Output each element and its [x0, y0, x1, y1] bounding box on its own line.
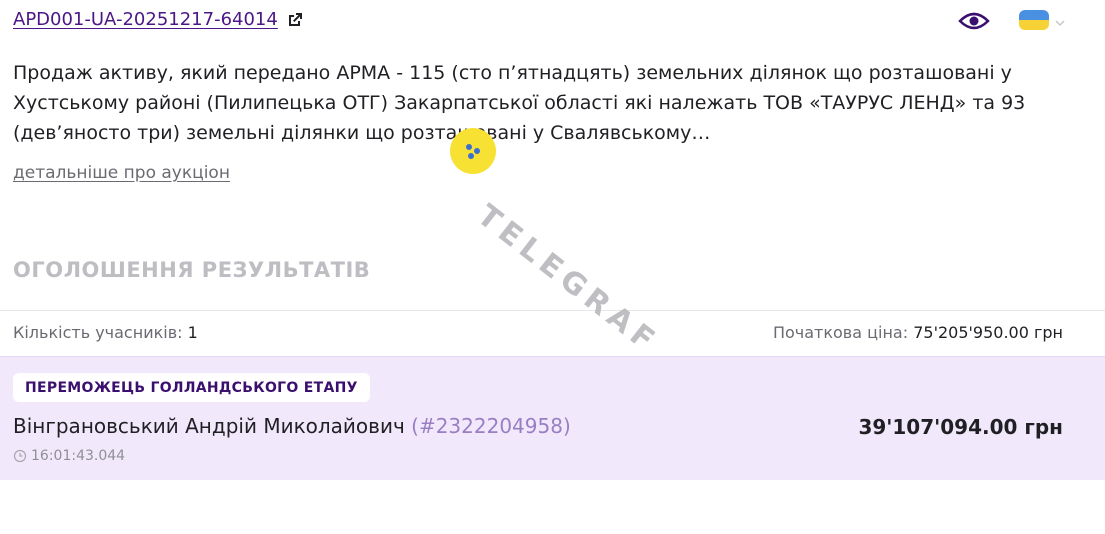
start-price-label: Початкова ціна:	[772, 323, 909, 342]
winner-name: Вінграновський Андрій Миколайович (#2322…	[13, 414, 571, 438]
winner-panel: ПЕРЕМОЖЕЦЬ ГОЛЛАНДСЬКОГО ЕТАПУ Вінгранов…	[0, 356, 1105, 480]
divider	[0, 310, 1105, 311]
start-price-value: 75'205'950.00 грн	[913, 323, 1063, 342]
winner-time: 16:01:43.044	[13, 448, 125, 464]
participants-value: 1	[187, 323, 198, 342]
start-price: Початкова ціна: 75'205'950.00 грн	[773, 323, 1063, 342]
watermark-text: TELEGRAF	[470, 198, 666, 362]
telegraf-watermark: TELEGRAF	[450, 128, 700, 361]
participants-label: Кількість учасників:	[13, 323, 183, 342]
language-switcher[interactable]	[1019, 10, 1066, 30]
winner-time-text: 16:01:43.044	[31, 448, 126, 464]
winner-code: (#2322204958)	[411, 414, 571, 438]
auction-id-text: APD001-UA-20251217-64014	[13, 9, 278, 30]
winner-name-text: Вінграновський Андрій Миколайович	[13, 414, 405, 438]
auction-description: Продаж активу, який передано АРМА - 115 …	[13, 62, 1026, 144]
winner-amount: 39'107'094.00 грн	[858, 415, 1063, 439]
chevron-down-icon	[1054, 14, 1066, 27]
clock-icon	[13, 449, 27, 463]
winner-badge: ПЕРЕМОЖЕЦЬ ГОЛЛАНДСЬКОГО ЕТАПУ	[13, 373, 370, 402]
auction-id-link[interactable]: APD001-UA-20251217-64014	[13, 9, 304, 30]
auction-details-link[interactable]: детальніше про аукціон	[13, 163, 230, 183]
ua-flag-icon	[1019, 10, 1049, 30]
top-bar: APD001-UA-20251217-64014	[13, 9, 1093, 35]
external-link-icon	[286, 11, 304, 29]
participants-count: Кількість учасників: 1	[13, 323, 198, 342]
eye-icon[interactable]	[958, 9, 990, 33]
results-title: ОГОЛОШЕННЯ РЕЗУЛЬТАТІВ	[13, 258, 371, 282]
